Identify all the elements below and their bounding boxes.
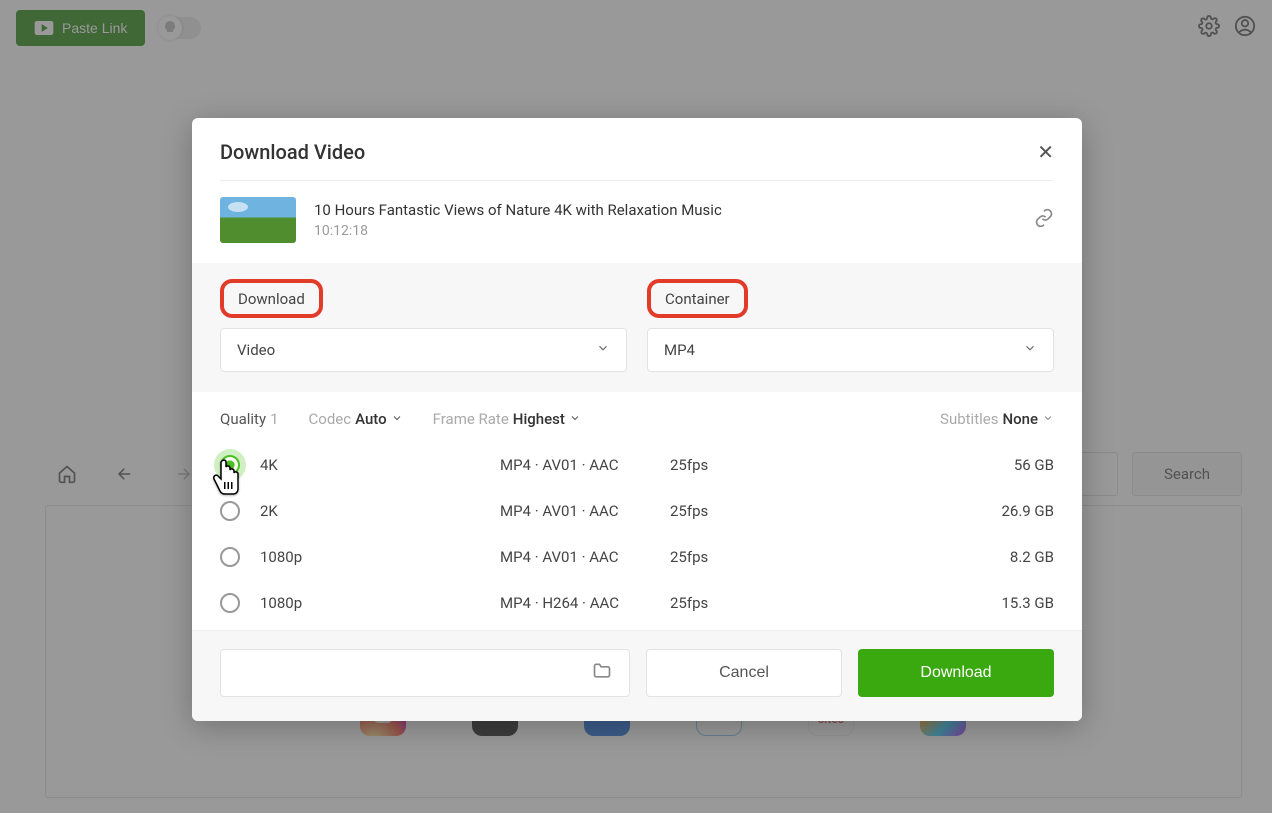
container-label-highlight: Container bbox=[647, 279, 748, 318]
subtitles-filter[interactable]: SubtitlesNone bbox=[936, 410, 1054, 428]
quality-row[interactable]: 4K MP4 · AV01 · AAC 25fps 56 GB bbox=[220, 442, 1054, 488]
close-icon[interactable]: ✕ bbox=[1037, 140, 1054, 164]
download-video-modal: Download Video ✕ 10 Hours Fantastic View… bbox=[192, 118, 1082, 721]
chevron-down-icon bbox=[569, 410, 581, 428]
quality-fps: 25fps bbox=[670, 594, 830, 612]
video-title: 10 Hours Fantastic Views of Nature 4K wi… bbox=[314, 201, 722, 219]
download-button[interactable]: Download bbox=[858, 649, 1054, 697]
radio-icon[interactable] bbox=[220, 455, 240, 475]
radio-icon[interactable] bbox=[220, 593, 240, 613]
quality-fps: 25fps bbox=[670, 456, 830, 474]
quality-size: 26.9 GB bbox=[830, 502, 1054, 520]
cancel-label: Cancel bbox=[719, 664, 769, 682]
quality-res: 1080p bbox=[260, 594, 500, 612]
filters-row: Quality1 CodecAuto Frame RateHighest Sub… bbox=[192, 392, 1082, 442]
codec-filter[interactable]: CodecAuto bbox=[305, 410, 403, 428]
radio-icon[interactable] bbox=[220, 501, 240, 521]
quality-res: 1080p bbox=[260, 548, 500, 566]
chevron-down-icon bbox=[391, 410, 403, 428]
cancel-button[interactable]: Cancel bbox=[646, 649, 842, 697]
quality-fmt: MP4 · H264 · AAC bbox=[500, 594, 670, 612]
quality-filter[interactable]: Quality1 bbox=[220, 410, 279, 428]
video-info-row: 10 Hours Fantastic Views of Nature 4K wi… bbox=[192, 181, 1082, 263]
quality-fmt: MP4 · AV01 · AAC bbox=[500, 502, 670, 520]
quality-fmt: MP4 · AV01 · AAC bbox=[500, 548, 670, 566]
quality-row[interactable]: 1080p MP4 · AV01 · AAC 25fps 8.2 GB bbox=[220, 534, 1054, 580]
radio-icon[interactable] bbox=[220, 547, 240, 567]
quality-row[interactable]: 2K MP4 · AV01 · AAC 25fps 26.9 GB bbox=[220, 488, 1054, 534]
container-value: MP4 bbox=[664, 341, 695, 359]
download-type-value: Video bbox=[237, 341, 275, 359]
save-path-input[interactable] bbox=[220, 649, 630, 697]
quality-fps: 25fps bbox=[670, 548, 830, 566]
open-link-icon[interactable] bbox=[1034, 208, 1054, 232]
chevron-down-icon bbox=[596, 341, 610, 359]
download-label-highlight: Download bbox=[220, 279, 323, 318]
app-root: Paste Link Search d bilibili adult si bbox=[0, 0, 1272, 813]
container-label: Container bbox=[665, 290, 730, 308]
quality-size: 8.2 GB bbox=[830, 548, 1054, 566]
quality-size: 15.3 GB bbox=[830, 594, 1054, 612]
quality-list: 4K MP4 · AV01 · AAC 25fps 56 GB 2K MP4 ·… bbox=[192, 442, 1082, 630]
quality-res: 2K bbox=[260, 502, 500, 520]
download-label: Download bbox=[920, 664, 991, 682]
quality-fps: 25fps bbox=[670, 502, 830, 520]
framerate-filter[interactable]: Frame RateHighest bbox=[429, 410, 581, 428]
quality-res: 4K bbox=[260, 456, 500, 474]
quality-fmt: MP4 · AV01 · AAC bbox=[500, 456, 670, 474]
chevron-down-icon bbox=[1042, 410, 1054, 428]
download-label: Download bbox=[238, 290, 305, 308]
modal-footer: Cancel Download bbox=[192, 630, 1082, 721]
download-type-select[interactable]: Video bbox=[220, 328, 627, 372]
video-duration: 10:12:18 bbox=[314, 223, 722, 239]
modal-title: Download Video bbox=[220, 140, 365, 164]
quality-size: 56 GB bbox=[830, 456, 1054, 474]
options-area: Download Container Video MP4 bbox=[192, 263, 1082, 392]
folder-icon[interactable] bbox=[591, 661, 613, 685]
quality-row[interactable]: 1080p MP4 · H264 · AAC 25fps 15.3 GB bbox=[220, 580, 1054, 626]
container-select[interactable]: MP4 bbox=[647, 328, 1054, 372]
video-thumbnail bbox=[220, 197, 296, 243]
chevron-down-icon bbox=[1023, 341, 1037, 359]
